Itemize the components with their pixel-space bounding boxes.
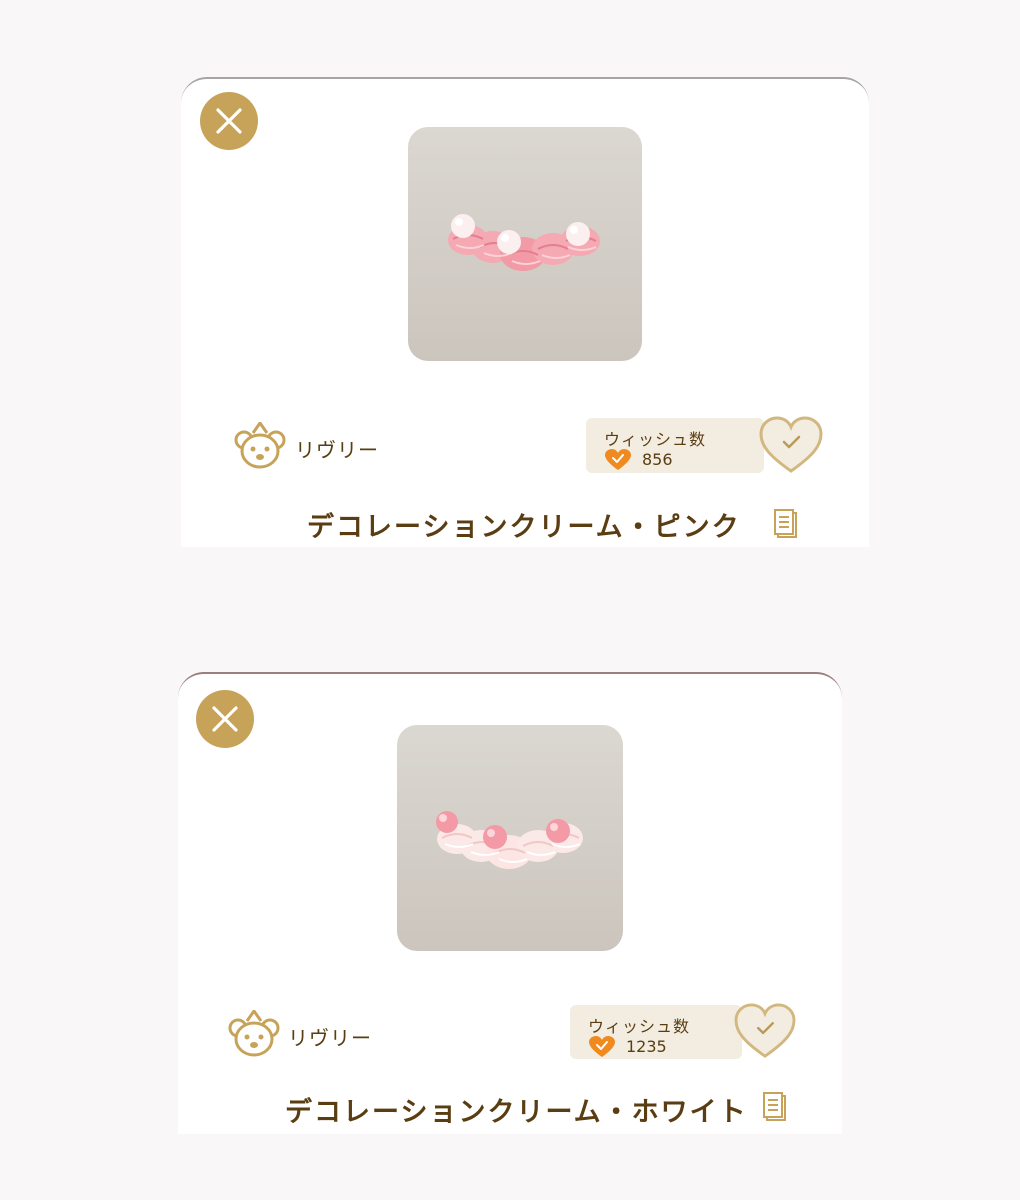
document-icon[interactable] <box>762 1092 788 1126</box>
close-icon <box>212 706 238 732</box>
cream-decoration-image <box>448 214 600 271</box>
wish-count: 1235 <box>626 1037 667 1056</box>
item-preview <box>408 127 642 361</box>
heart-check-icon <box>605 449 631 470</box>
item-card-white: リヴリー ウィッシュ数 1235 デコレーションクリーム・ホワイト <box>178 672 842 1134</box>
wish-count-box: ウィッシュ数 856 <box>586 418 764 473</box>
close-button[interactable] <box>200 92 258 150</box>
heart-check-icon <box>759 416 823 473</box>
heart-check-icon <box>734 1003 796 1058</box>
item-name: デコレーションクリーム・ピンク <box>307 512 741 543</box>
bear-crown-icon <box>234 421 286 474</box>
item-name: デコレーションクリーム・ホワイト <box>285 1097 748 1128</box>
close-icon <box>216 108 242 134</box>
item-card-pink: リヴリー ウィッシュ数 856 デコレーションクリーム・ピンク <box>181 77 869 547</box>
wish-label: ウィッシュ数 <box>588 1017 691 1036</box>
heart-check-icon <box>589 1036 615 1057</box>
document-icon[interactable] <box>773 509 799 543</box>
wish-count: 856 <box>642 450 673 469</box>
brand-name: リヴリー <box>288 1026 372 1050</box>
brand-name: リヴリー <box>295 438 379 462</box>
cream-decoration-image <box>436 811 583 869</box>
wish-label: ウィッシュ数 <box>604 430 707 449</box>
item-preview <box>397 725 623 951</box>
wish-count-box: ウィッシュ数 1235 <box>570 1005 742 1059</box>
wish-button[interactable] <box>733 1002 797 1064</box>
close-button[interactable] <box>196 690 254 748</box>
wish-button[interactable] <box>758 415 824 479</box>
bear-crown-icon <box>228 1009 280 1062</box>
